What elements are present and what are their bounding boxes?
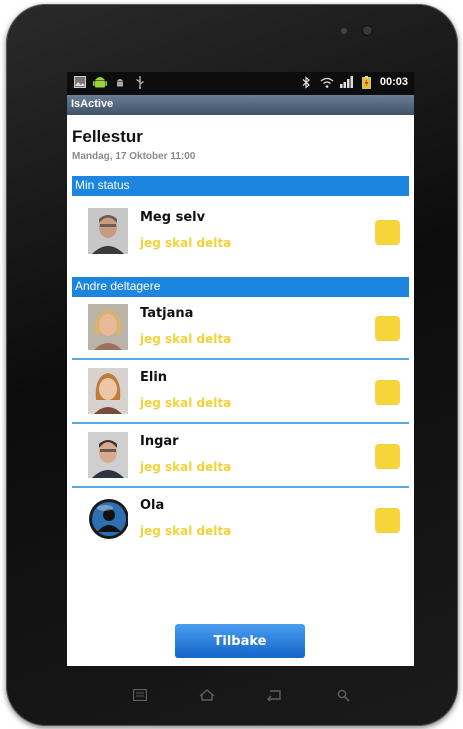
section-header-other-participants: Andre deltagere — [72, 277, 409, 297]
app-title-bar: IsActive — [67, 95, 414, 115]
participant-status: jeg skal delta — [140, 460, 232, 474]
app-title: IsActive — [71, 98, 114, 110]
participant-status: jeg skal delta — [140, 236, 232, 250]
sensor-dot — [341, 28, 347, 34]
hardware-nav-bar — [0, 683, 463, 713]
bluetooth-icon — [300, 75, 314, 89]
participant-name: Elin — [140, 370, 168, 385]
back-button[interactable]: Tilbake — [175, 624, 305, 658]
front-camera — [363, 26, 372, 35]
row-divider — [72, 486, 409, 488]
android-icon — [93, 75, 107, 89]
status-checkbox[interactable] — [375, 444, 400, 469]
participant-name: Ingar — [140, 434, 179, 449]
search-icon[interactable] — [331, 683, 355, 707]
row-divider — [72, 358, 409, 360]
screen: 00:03 IsActive Fellestur Mandag, 17 Okto… — [67, 72, 414, 666]
section-label: Andre deltagere — [75, 279, 161, 293]
menu-icon[interactable] — [128, 683, 152, 707]
participant-row-ola[interactable]: Ola jeg skal delta — [72, 490, 409, 552]
back-icon[interactable] — [262, 683, 286, 707]
row-divider — [72, 422, 409, 424]
avatar — [88, 208, 128, 254]
event-date: Mandag, 17 Oktober 11:00 — [72, 151, 196, 162]
image-icon — [73, 75, 87, 89]
usb-icon — [133, 75, 147, 89]
avatar — [88, 432, 128, 478]
status-checkbox[interactable] — [375, 220, 400, 245]
home-icon[interactable] — [195, 683, 219, 707]
status-time: 00:03 — [379, 76, 408, 88]
signal-icon — [339, 75, 354, 89]
participant-status: jeg skal delta — [140, 524, 232, 538]
participant-row-elin[interactable]: Elin jeg skal delta — [72, 362, 409, 424]
section-header-my-status: Min status — [72, 176, 409, 196]
event-title: Fellestur — [72, 127, 143, 146]
wifi-icon — [320, 75, 334, 89]
my-status-row[interactable]: Meg selv jeg skal delta — [72, 202, 409, 264]
participant-name: Ola — [140, 498, 165, 513]
status-bar: 00:03 — [67, 72, 414, 95]
battery-icon — [360, 75, 374, 89]
participant-row-ingar[interactable]: Ingar jeg skal delta — [72, 426, 409, 488]
participant-name: Meg selv — [140, 210, 206, 225]
status-checkbox[interactable] — [375, 508, 400, 533]
participant-row-tatjana[interactable]: Tatjana jeg skal delta — [72, 298, 409, 360]
usb-debug-icon — [113, 75, 127, 89]
avatar — [88, 304, 128, 350]
participant-name: Tatjana — [140, 306, 194, 321]
section-label: Min status — [75, 178, 130, 192]
status-checkbox[interactable] — [375, 316, 400, 341]
status-checkbox[interactable] — [375, 380, 400, 405]
default-avatar-icon — [88, 496, 128, 542]
participant-status: jeg skal delta — [140, 332, 232, 346]
participant-status: jeg skal delta — [140, 396, 232, 410]
avatar — [88, 368, 128, 414]
